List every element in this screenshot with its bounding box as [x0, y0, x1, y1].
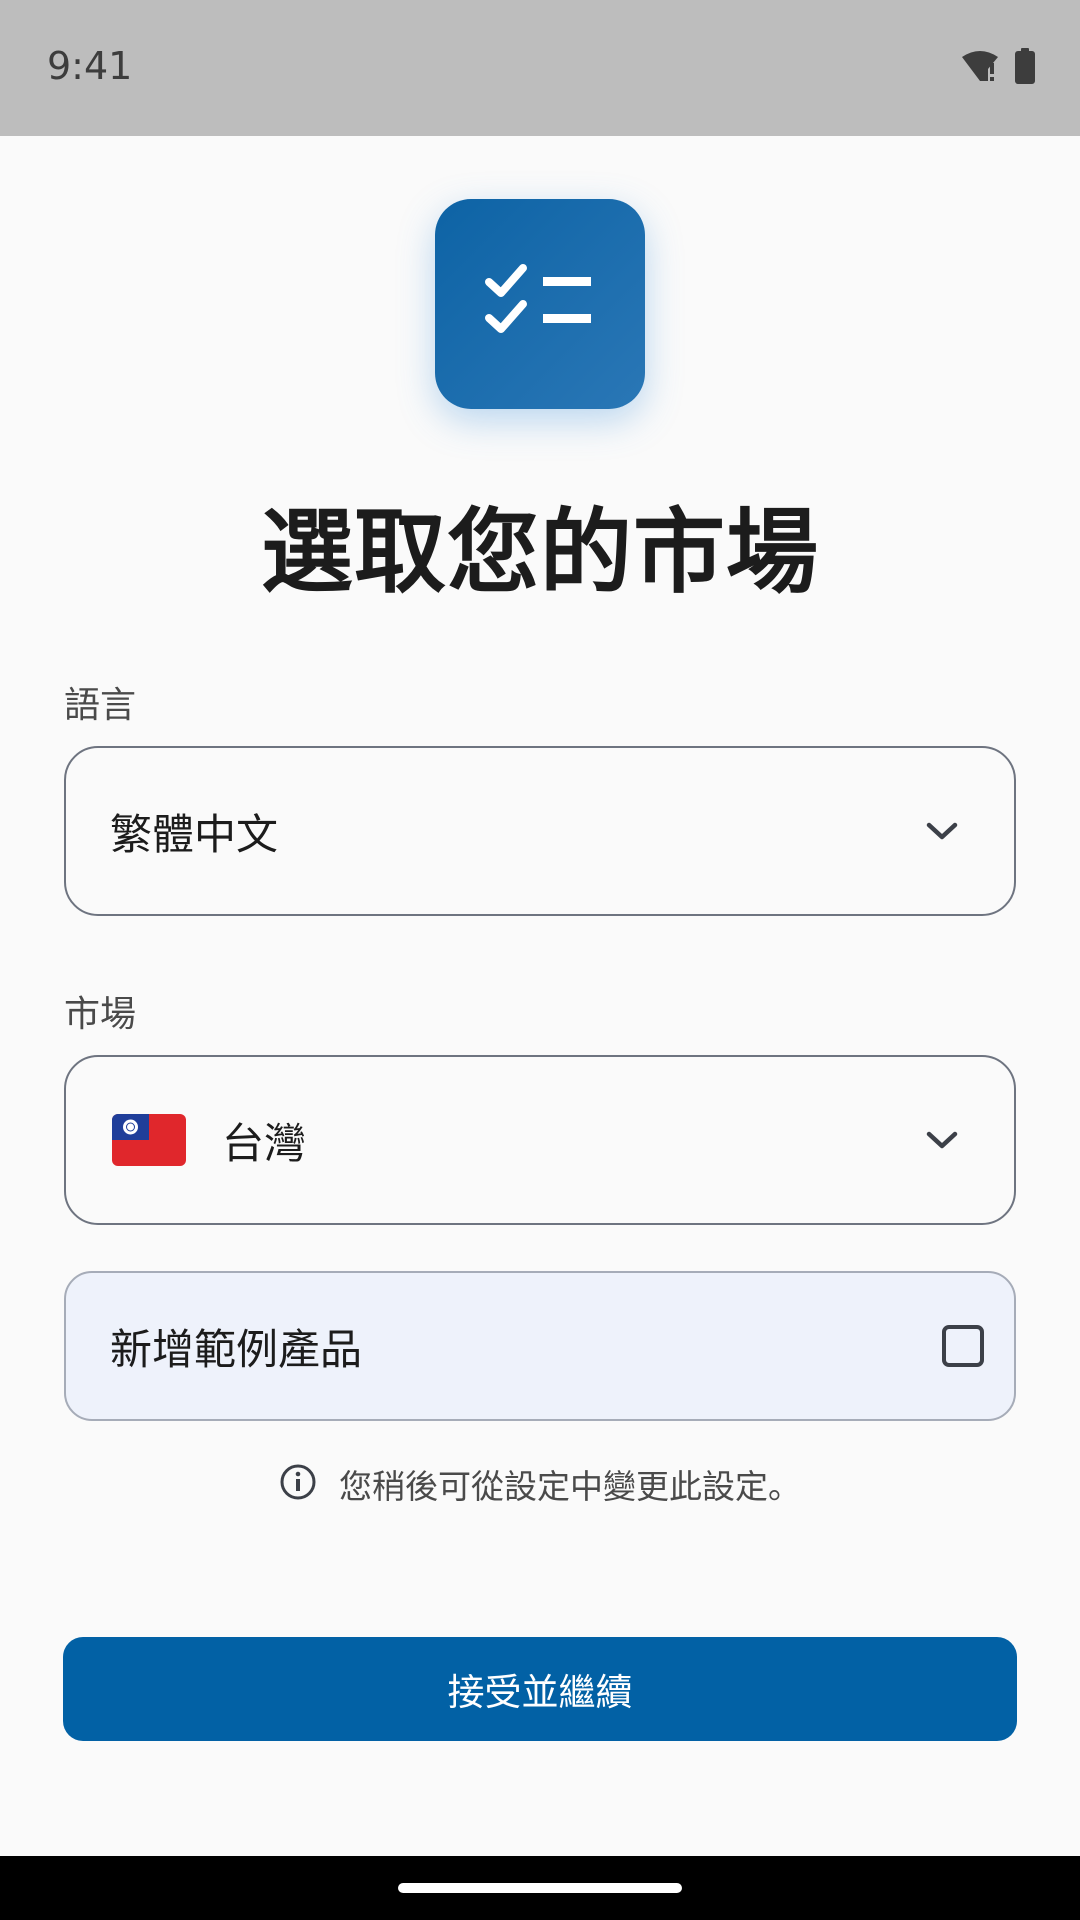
- battery-icon: [1014, 48, 1036, 88]
- status-time: 9:41: [47, 44, 133, 88]
- app-logo: [435, 199, 645, 409]
- info-text: 您稍後可從設定中變更此設定。: [339, 1467, 801, 1506]
- info-icon: [279, 1463, 317, 1505]
- language-select[interactable]: 繁體中文: [64, 746, 1016, 916]
- status-bar: 9:41: [0, 0, 1080, 136]
- info-note: 您稍後可從設定中變更此設定。: [0, 1460, 1080, 1508]
- market-label: 市場: [64, 994, 137, 1035]
- language-label: 語言: [64, 685, 137, 726]
- chevron-down-icon: [922, 1120, 962, 1160]
- sample-products-checkbox[interactable]: [942, 1325, 984, 1367]
- status-icons: [960, 48, 1036, 88]
- market-value: 台灣: [222, 1118, 307, 1168]
- screen: 9:41 選取您的市場 語言 繁體中文 市場 台灣 新增範例產品 您稍後可從設定…: [0, 0, 1080, 1920]
- navigation-bar: [0, 1856, 1080, 1920]
- chevron-down-icon: [922, 811, 962, 851]
- language-value: 繁體中文: [110, 809, 279, 859]
- checklist-icon: [485, 262, 595, 346]
- accept-continue-button[interactable]: 接受並繼續: [63, 1637, 1017, 1741]
- taiwan-flag-icon: [112, 1114, 186, 1166]
- market-select[interactable]: 台灣: [64, 1055, 1016, 1225]
- home-indicator[interactable]: [398, 1883, 682, 1893]
- wifi-alert-icon: [960, 49, 1000, 87]
- sample-products-toggle[interactable]: 新增範例產品: [64, 1271, 1016, 1421]
- page-title: 選取您的市場: [260, 499, 819, 606]
- sample-products-label: 新增範例產品: [110, 1324, 363, 1374]
